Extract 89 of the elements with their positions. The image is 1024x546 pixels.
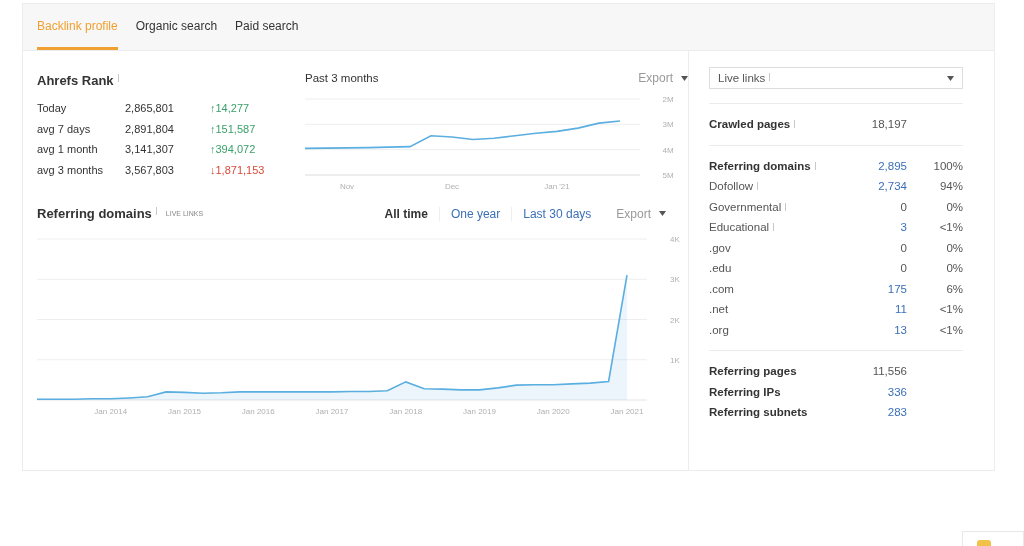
row-label: avg 7 days: [37, 121, 92, 137]
axis-label: Jan 2021: [610, 407, 644, 416]
axis-label: 1K: [670, 355, 680, 365]
axis-label: Jan 2019: [463, 407, 496, 416]
metric-percent: 0%: [945, 240, 963, 256]
rank-value: 2,891,804: [125, 121, 175, 137]
axis-label: 2M: [662, 95, 674, 104]
axis-label: Jan 2014: [94, 407, 128, 416]
links-dropdown[interactable]: Live links: [709, 67, 963, 89]
metric-percent: 94%: [938, 179, 963, 194]
caret-icon: [947, 75, 954, 81]
info-icon[interactable]: [793, 120, 797, 128]
axis-label: Jan 2018: [389, 407, 423, 416]
metric-label: Dofollow: [709, 179, 754, 194]
info-icon[interactable]: [784, 202, 788, 211]
info-icon[interactable]: [813, 161, 817, 170]
info-icon[interactable]: [756, 182, 760, 190]
caret-icon: [681, 75, 688, 81]
chat-widget[interactable]: [962, 531, 1024, 546]
metric-label: Crawled pages: [709, 117, 791, 132]
metric-label: .org: [709, 322, 729, 338]
metric-label: Referring subnets: [709, 405, 808, 420]
row-label: Today: [37, 101, 68, 116]
metric-label: Governmental: [709, 199, 782, 215]
metric-percent: <1%: [938, 220, 963, 235]
metric-value: 0: [899, 261, 907, 276]
metric-label: .edu: [709, 261, 732, 276]
metric-percent: <1%: [938, 302, 963, 317]
info-icon[interactable]: [768, 73, 772, 81]
metric-value: 18,197: [870, 117, 907, 132]
caret-icon: [659, 211, 666, 216]
metric-percent: 100%: [932, 158, 963, 174]
axis-label: Nov: [339, 182, 355, 191]
axis-label: Jan 2020: [536, 407, 570, 416]
axis-label: Jan 2015: [168, 407, 201, 416]
metric-value[interactable]: 3: [859, 217, 907, 238]
metric-value: 0: [899, 199, 907, 215]
axis-label: 3M: [662, 120, 674, 130]
export-button[interactable]: Export: [616, 206, 666, 221]
metric-label: .gov: [709, 240, 731, 256]
section-title: Ahrefs Rank: [37, 73, 114, 88]
axis-label: 4M: [662, 145, 674, 155]
metric-value[interactable]: 2,734: [859, 176, 907, 197]
metric-value[interactable]: 175: [859, 278, 907, 299]
rank-change: ↑394,072: [210, 142, 257, 157]
metric-value: 0: [899, 240, 907, 256]
row-label: avg 1 month: [37, 142, 99, 157]
metric-value: 11,556: [871, 364, 907, 379]
export-button[interactable]: Export: [638, 71, 688, 85]
metric-value[interactable]: 11: [859, 299, 907, 320]
axis-label: Jan 2017: [315, 407, 349, 416]
axis-label: 3K: [670, 275, 680, 285]
rank-change: ↑14,277: [210, 101, 251, 116]
rank-value: 3,567,803: [125, 162, 175, 178]
axis-label: 2K: [670, 315, 680, 325]
axis-label: 4K: [670, 235, 680, 244]
metric-percent: 0%: [945, 261, 963, 276]
axis-label: Dec: [444, 182, 460, 191]
metric-label: .net: [709, 302, 729, 317]
rank-value: 3,141,307: [125, 142, 175, 157]
axis-label: 5M: [662, 171, 674, 180]
rank-value: 2,865,801: [125, 101, 175, 116]
section-title: Referring domains: [37, 206, 152, 221]
range-link[interactable]: Last 30 days: [511, 206, 603, 221]
tab[interactable]: Paid search: [235, 4, 299, 50]
range-link[interactable]: All time: [373, 206, 439, 221]
metric-label: Referring domains: [709, 158, 811, 174]
tab[interactable]: Organic search: [135, 4, 218, 50]
metric-label: Referring pages: [709, 364, 797, 379]
info-icon[interactable]: [116, 74, 120, 82]
info-icon[interactable]: [772, 223, 776, 231]
axis-label: Jan '21: [544, 182, 570, 191]
metric-percent: <1%: [938, 322, 963, 338]
rank-change: ↓1,871,153: [210, 162, 266, 178]
metric-percent: 6%: [945, 281, 963, 297]
rank-change: ↑151,587: [210, 121, 257, 137]
metric-label: Educational: [709, 220, 770, 235]
range-link[interactable]: One year: [438, 206, 512, 221]
row-label: avg 3 months: [37, 162, 105, 178]
metric-value[interactable]: 13: [859, 319, 907, 340]
info-icon[interactable]: [154, 207, 158, 215]
metric-value[interactable]: 336: [859, 381, 907, 402]
period-label: Past 3 months: [305, 72, 379, 84]
metric-label: .com: [709, 281, 734, 297]
metric-percent: 0%: [945, 199, 963, 215]
metric-value[interactable]: 2,895: [859, 155, 907, 176]
metric-value[interactable]: 283: [859, 402, 907, 423]
metric-label: Referring IPs: [709, 384, 781, 400]
axis-label: Jan 2016: [241, 407, 275, 416]
